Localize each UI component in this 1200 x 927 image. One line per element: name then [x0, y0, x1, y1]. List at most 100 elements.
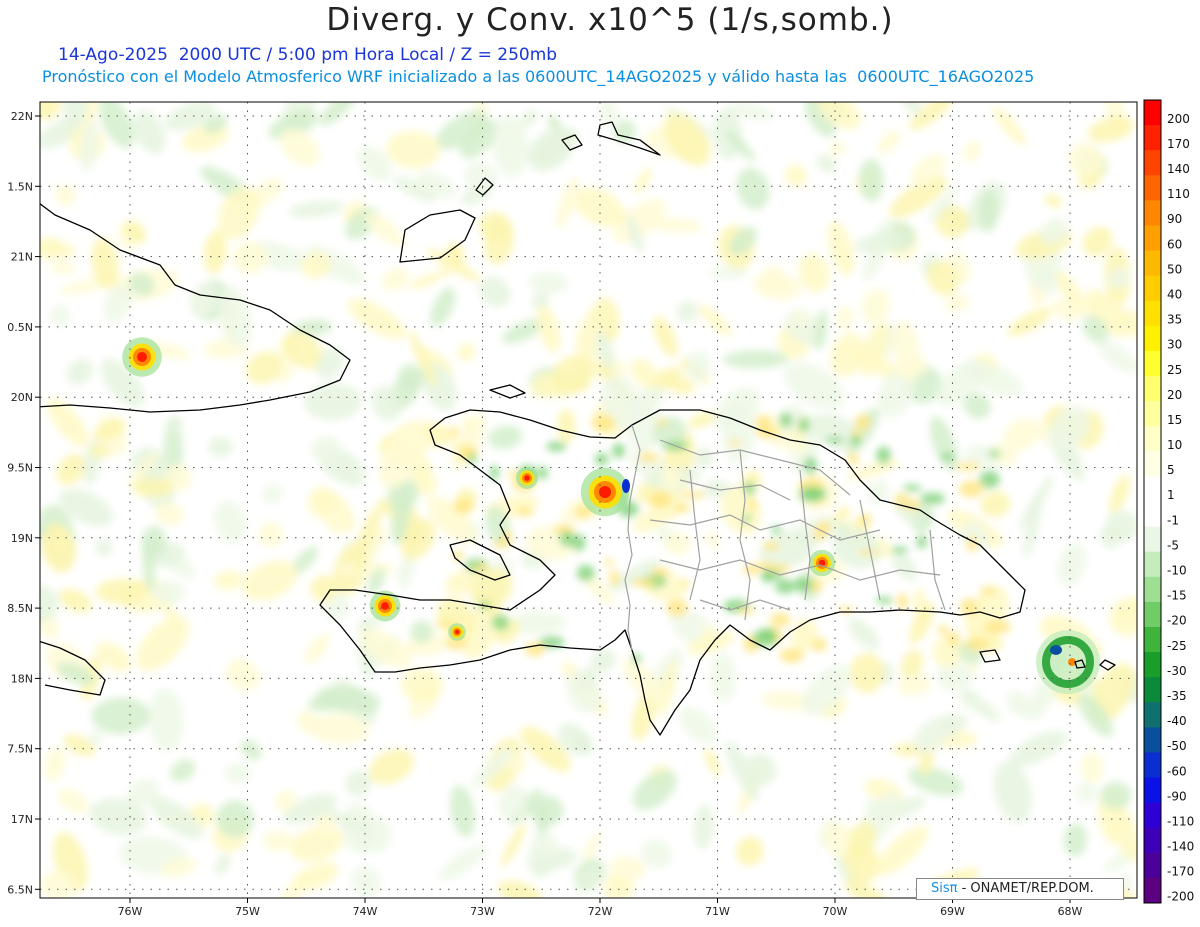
- lon-label: 73W: [470, 905, 495, 918]
- forecast-map: 22N 1.5N 21N 0.5N 20N 9.5N 19N 8.5N 18N 7.5N 17N 6.…: [7, 99, 1194, 918]
- field-patch: [571, 534, 586, 552]
- colorbar-swatch: [1144, 150, 1161, 176]
- field-patch: [748, 496, 757, 512]
- convection-cell: [448, 623, 466, 641]
- field-patch: [955, 462, 981, 471]
- field-patch: [988, 450, 1001, 458]
- field-patch: [770, 526, 783, 534]
- lat-label: 6.5N: [7, 883, 33, 896]
- lat-label: 22N: [11, 110, 33, 123]
- colorbar-label: 25: [1167, 363, 1182, 377]
- lon-label: 70W: [823, 905, 848, 918]
- field-patch: [947, 631, 960, 646]
- colorbar-label: 140: [1167, 162, 1190, 176]
- field-patch: [494, 538, 504, 549]
- colorbar-swatch: [1144, 200, 1161, 226]
- field-patch: [984, 619, 1011, 634]
- colorbar-swatch: [1144, 576, 1161, 603]
- colorbar-label: 1: [1167, 488, 1175, 502]
- convection-cell: [580, 467, 630, 517]
- lat-label: 20N: [11, 391, 33, 404]
- colorbar-label: 60: [1167, 237, 1182, 251]
- lon-label: 74W: [353, 905, 378, 918]
- field-patch: [612, 443, 626, 459]
- lat-label: 19N: [11, 532, 33, 545]
- field-patch: [793, 576, 813, 593]
- field-patch: [779, 648, 804, 663]
- colorbar-swatch: [1144, 300, 1161, 327]
- colorbar-label: -10: [1167, 564, 1187, 578]
- colorbar-swatch: [1144, 551, 1161, 578]
- colorbar-swatch: [1144, 677, 1161, 703]
- colorbar-label: -40: [1167, 714, 1187, 728]
- colorbar-swatch: [1144, 727, 1161, 753]
- lon-label: 71W: [705, 905, 730, 918]
- colorbar-swatch: [1144, 777, 1161, 804]
- colorbar-swatch: [1144, 175, 1161, 201]
- field-patch: [680, 491, 706, 499]
- colorbar-swatch: [1144, 476, 1161, 502]
- field-patch: [896, 593, 908, 610]
- colorbar-label: 40: [1167, 287, 1182, 301]
- credit-brand: Sisπ: [931, 881, 958, 896]
- lat-label: 1.5N: [7, 180, 33, 193]
- convergence-spot: [622, 479, 630, 493]
- field-patch: [916, 534, 927, 549]
- latitude-labels: 22N 1.5N 21N 0.5N 20N 9.5N 19N 8.5N 18N 7.5N 17N 6.…: [7, 110, 33, 896]
- colorbar-swatch: [1144, 451, 1161, 477]
- field-patch: [450, 426, 459, 438]
- field-patch: [965, 638, 989, 651]
- field-patch: [854, 414, 871, 431]
- field-patch: [680, 579, 690, 587]
- colorbar-swatch: [1144, 626, 1161, 653]
- convection-cell: [808, 549, 836, 577]
- colorbar-label: -50: [1167, 739, 1187, 753]
- colorbar-swatch: [1144, 350, 1161, 377]
- field-patch: [472, 563, 489, 572]
- convection-cell: [122, 337, 162, 377]
- field-patch: [763, 541, 780, 551]
- field-patch: [959, 480, 984, 498]
- field-patch: [803, 457, 818, 475]
- credit-box: Sisπ - ONAMET/REP.DOM.: [916, 878, 1124, 900]
- field-patch: [875, 596, 893, 604]
- lon-label: 68W: [1058, 905, 1083, 918]
- field-patch: [631, 577, 657, 588]
- lat-label: 0.5N: [7, 321, 33, 334]
- field-patch: [604, 558, 614, 566]
- colorbar-label: 30: [1167, 338, 1182, 352]
- colorbar-swatch: [1144, 852, 1161, 879]
- colorbar-label: -35: [1167, 689, 1187, 703]
- field-patch: [649, 491, 672, 509]
- colorbar-swatch: [1144, 702, 1161, 728]
- field-patch: [491, 614, 510, 631]
- colorbar-label: -30: [1167, 664, 1187, 678]
- colorbar-label: -25: [1167, 639, 1187, 653]
- colorbar-label: 50: [1167, 262, 1182, 276]
- field-patch: [770, 612, 791, 627]
- colorbar-label: 170: [1167, 137, 1190, 151]
- lat-label: 21N: [11, 251, 33, 264]
- colorbar-swatch: [1144, 526, 1161, 553]
- field-patch: [858, 549, 879, 556]
- field-patch: [743, 481, 756, 496]
- colorbar-label: 15: [1167, 413, 1182, 427]
- colorbar-swatch: [1144, 601, 1161, 628]
- colorbar-swatch: [1144, 250, 1161, 277]
- field-patch: [650, 567, 671, 576]
- field-patch: [537, 466, 549, 480]
- colorbar-swatch: [1144, 501, 1161, 528]
- colorbar-swatch: [1144, 877, 1161, 904]
- colorbar-label: -15: [1167, 589, 1187, 603]
- field-patch: [654, 419, 669, 426]
- colorbar-swatch: [1144, 827, 1161, 854]
- field-patch: [638, 452, 659, 462]
- colorbar-label: -110: [1167, 814, 1194, 828]
- field-patch: [890, 546, 909, 554]
- lat-label: 18N: [11, 672, 33, 685]
- convection-cell: [369, 590, 401, 622]
- colorbar-label: 200: [1167, 112, 1190, 126]
- field-patch: [609, 569, 620, 587]
- lat-label: 8.5N: [7, 602, 33, 615]
- colorbar-label: 5: [1167, 463, 1175, 477]
